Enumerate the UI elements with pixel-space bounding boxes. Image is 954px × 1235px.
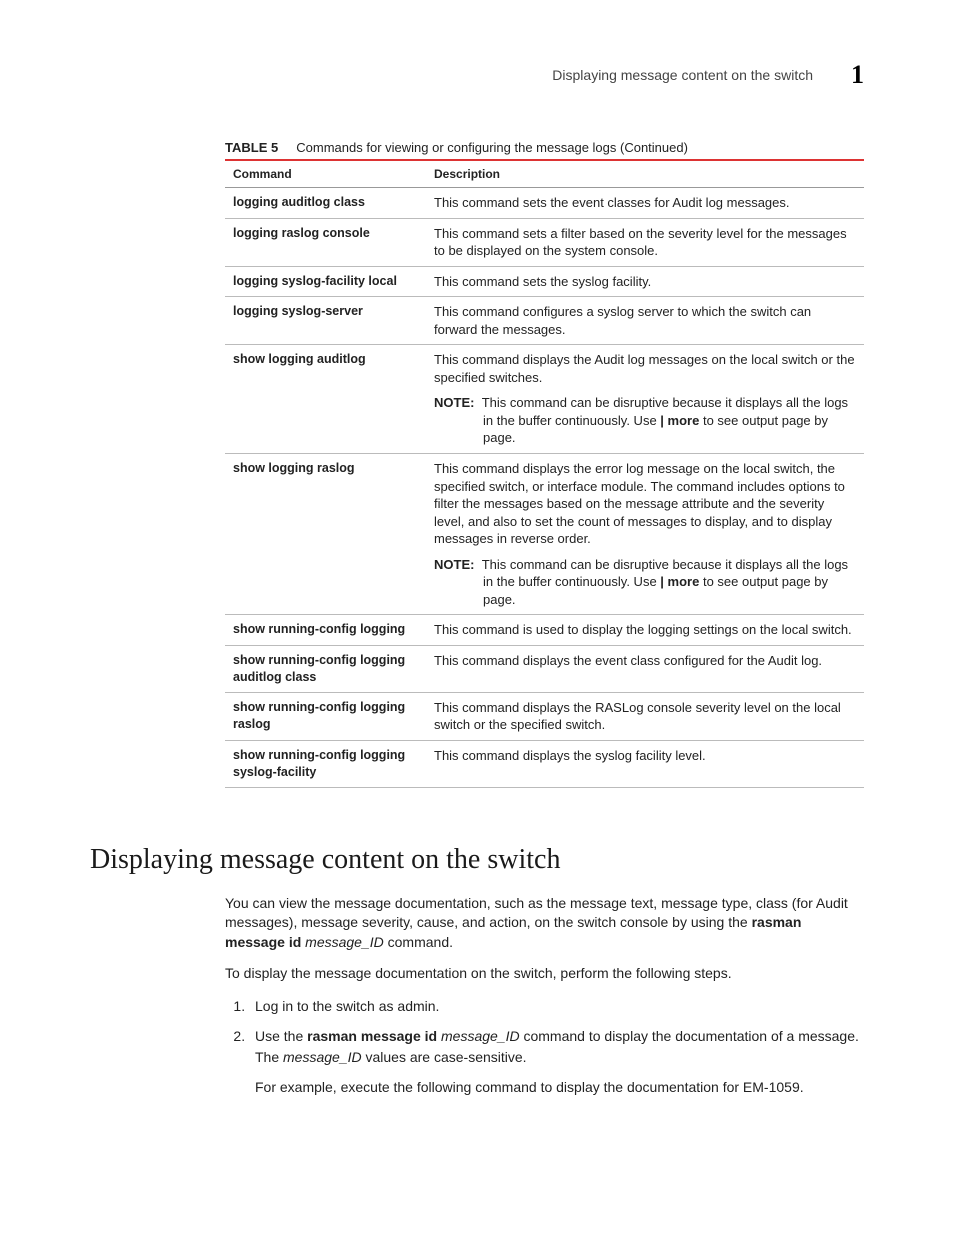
col-description: Description (426, 160, 864, 188)
description-cell: This command sets the syslog facility. (426, 266, 864, 297)
commands-table: Command Description logging auditlog cla… (225, 159, 864, 788)
command-cell: logging raslog console (225, 218, 426, 266)
table-caption: TABLE 5 Commands for viewing or configur… (225, 140, 864, 155)
note-block: NOTE: This command can be disruptive bec… (434, 556, 856, 609)
body-paragraph: You can view the message documentation, … (225, 894, 864, 953)
command-cell: show logging raslog (225, 454, 426, 615)
table-caption-text: Commands for viewing or configuring the … (296, 140, 688, 155)
col-command: Command (225, 160, 426, 188)
command-cell: show running-config logging syslog-facil… (225, 740, 426, 787)
table-row: show logging auditlog This command displ… (225, 345, 864, 454)
description-cell: This command configures a syslog server … (426, 297, 864, 345)
description-cell: This command sets a filter based on the … (426, 218, 864, 266)
section-heading: Displaying message content on the switch (90, 844, 864, 876)
steps-list: Log in to the switch as admin. Use the r… (225, 996, 864, 1097)
step-subtext: For example, execute the following comma… (255, 1077, 864, 1097)
table-row: logging auditlog class This command sets… (225, 188, 864, 219)
table-row: show running-config logging syslog-facil… (225, 740, 864, 787)
table-row: logging syslog-server This command confi… (225, 297, 864, 345)
description-cell: This command displays the error log mess… (426, 454, 864, 615)
note-block: NOTE: This command can be disruptive bec… (434, 394, 856, 447)
command-cell: logging syslog-facility local (225, 266, 426, 297)
description-cell: This command is used to display the logg… (426, 615, 864, 646)
body-paragraph: To display the message documentation on … (225, 964, 864, 984)
note-label: NOTE: (434, 395, 474, 410)
table-row: show logging raslog This command display… (225, 454, 864, 615)
command-cell: show running-config logging raslog (225, 692, 426, 740)
note-label: NOTE: (434, 557, 474, 572)
description-cell: This command sets the event classes for … (426, 188, 864, 219)
table-row: logging syslog-facility local This comma… (225, 266, 864, 297)
table-label: TABLE 5 (225, 140, 278, 155)
command-cell: show logging auditlog (225, 345, 426, 454)
description-cell: This command displays the event class co… (426, 645, 864, 692)
description-cell: This command displays the Audit log mess… (426, 345, 864, 454)
command-cell: show running-config logging auditlog cla… (225, 645, 426, 692)
table-header-row: Command Description (225, 160, 864, 188)
command-cell: logging syslog-server (225, 297, 426, 345)
chapter-number: 1 (851, 60, 864, 90)
running-header: Displaying message content on the switch… (90, 60, 864, 90)
description-cell: This command displays the syslog facilit… (426, 740, 864, 787)
table-row: show running-config logging This command… (225, 615, 864, 646)
table-row: logging raslog console This command sets… (225, 218, 864, 266)
running-header-title: Displaying message content on the switch (552, 67, 813, 83)
command-cell: logging auditlog class (225, 188, 426, 219)
command-cell: show running-config logging (225, 615, 426, 646)
list-item: Use the rasman message id message_ID com… (249, 1026, 864, 1097)
table-row: show running-config logging auditlog cla… (225, 645, 864, 692)
list-item: Log in to the switch as admin. (249, 996, 864, 1016)
table-row: show running-config logging raslog This … (225, 692, 864, 740)
description-cell: This command displays the RASLog console… (426, 692, 864, 740)
